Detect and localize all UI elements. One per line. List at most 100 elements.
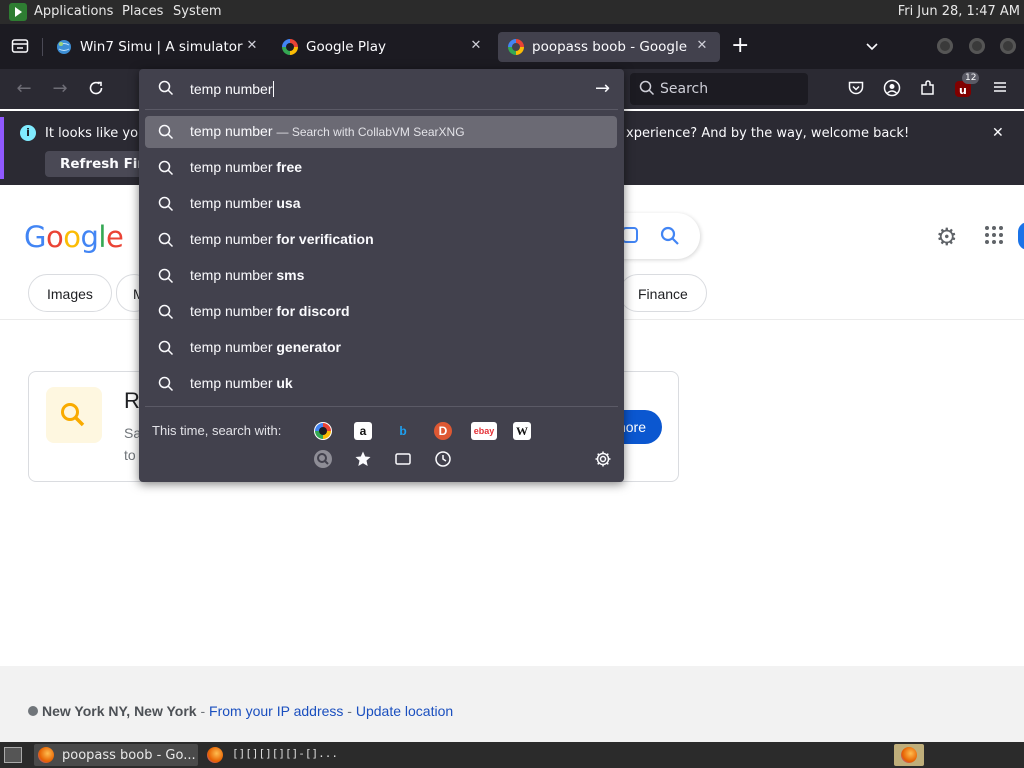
bottom-taskbar: poopass boob - Go... [][][][][]-[]...: [0, 742, 1024, 768]
close-window-icon[interactable]: [1000, 38, 1016, 54]
chip-finance[interactable]: Finance: [619, 274, 707, 312]
suggestion-row[interactable]: temp number generator: [145, 332, 617, 364]
location-dot-icon: [28, 706, 38, 716]
suggestion-text: temp number sms: [190, 267, 305, 283]
suggestion-row[interactable]: temp number — Search with CollabVM SearXN…: [145, 116, 617, 148]
bing-engine-icon[interactable]: b: [394, 422, 412, 440]
reload-icon[interactable]: [86, 79, 106, 99]
suggestion-row[interactable]: temp number sms: [145, 260, 617, 292]
url-input-value: temp number: [190, 81, 275, 97]
suggestion-row[interactable]: temp number for verification: [145, 224, 617, 256]
search-icon: [639, 80, 655, 100]
suggestion-row[interactable]: temp number free: [145, 152, 617, 184]
close-tab-icon[interactable]: ✕: [694, 38, 710, 54]
google-apps-grid-icon[interactable]: [985, 226, 1003, 244]
tab-poopass-boob[interactable]: poopass boob - Google Sear ✕: [498, 32, 720, 62]
google-engine-icon[interactable]: [314, 422, 332, 440]
google-logo[interactable]: Google: [24, 220, 124, 254]
list-all-tabs-icon[interactable]: [11, 38, 29, 58]
gear-icon[interactable]: ⚙: [936, 223, 958, 251]
new-tab-plus-icon[interactable]: +: [731, 35, 749, 57]
pocket-icon[interactable]: [846, 79, 866, 99]
tab-google-play[interactable]: Google Play ✕: [272, 32, 494, 62]
taskbar-second-window[interactable]: [][][][][]-[]...: [232, 747, 338, 760]
taskbar-window-button[interactable]: poopass boob - Go...: [34, 744, 198, 766]
update-location-link[interactable]: Update location: [356, 703, 453, 719]
minimize-window-icon[interactable]: [937, 38, 953, 54]
card-text: to: [124, 447, 136, 463]
tab-label: Google Play: [306, 39, 387, 55]
ublock-badge: 12: [962, 72, 980, 84]
suggestion-text: temp number free: [190, 159, 303, 175]
google-favicon-icon: [508, 39, 524, 55]
bookmarks-star-icon[interactable]: [354, 450, 372, 468]
firefox-icon: [901, 747, 917, 763]
go-arrow-icon[interactable]: →: [595, 78, 610, 99]
distro-logo-icon[interactable]: [9, 3, 27, 21]
google-search-icon[interactable]: [660, 226, 680, 250]
ebay-engine-icon[interactable]: ebay: [471, 422, 497, 440]
search-icon: [158, 376, 174, 395]
close-tab-icon[interactable]: ✕: [244, 38, 260, 54]
close-notification-icon[interactable]: ✕: [992, 125, 1004, 141]
divider: [145, 406, 618, 407]
taskbar-window-title: poopass boob - Go...: [62, 748, 196, 763]
hamburger-menu-icon[interactable]: [990, 79, 1010, 99]
url-input[interactable]: temp number →: [139, 69, 624, 109]
suggestion-text: temp number for verification: [190, 231, 374, 247]
suggestion-row[interactable]: temp number for discord: [145, 296, 617, 328]
tab-label: Win7 Simu | A simulator of W: [80, 39, 244, 55]
google-favicon-icon: [282, 39, 298, 55]
search-icon: [158, 340, 174, 359]
footer-location: New York NY, New York - From your IP add…: [28, 703, 453, 719]
search-settings-gear-icon[interactable]: [594, 450, 612, 468]
notification-text-continued: xperience? And by the way, welcome back!: [626, 126, 910, 141]
ublock-origin-icon[interactable]: u 12: [954, 72, 980, 99]
google-lens-icon[interactable]: [622, 227, 638, 243]
notification-text: It looks like you: [45, 126, 147, 141]
search-with-label: This time, search with:: [152, 423, 282, 438]
close-tab-icon[interactable]: ✕: [468, 38, 484, 54]
history-clock-icon[interactable]: [434, 450, 452, 468]
suggestion-text: temp number usa: [190, 195, 301, 211]
maximize-window-icon[interactable]: [969, 38, 985, 54]
top-panel: Applications Places System Fri Jun 28, 1…: [0, 0, 1024, 24]
avatar[interactable]: [1018, 222, 1024, 250]
suggestion-engine-hint: — Search with CollabVM SearXNG: [276, 125, 465, 139]
places-menu[interactable]: Places: [122, 4, 163, 19]
panel-clock[interactable]: Fri Jun 28, 1:47 AM: [898, 4, 1020, 19]
suggestion-text: temp number generator: [190, 339, 341, 355]
duckduckgo-engine-icon[interactable]: D: [434, 422, 452, 440]
search-icon: [158, 160, 174, 179]
system-menu[interactable]: System: [173, 4, 221, 19]
suggestion-text: temp number — Search with CollabVM SearXN…: [190, 123, 465, 139]
applications-menu[interactable]: Applications: [34, 4, 113, 19]
search-icon: [158, 268, 174, 287]
account-icon[interactable]: [882, 79, 902, 99]
divider: [145, 109, 618, 110]
search-icon: [158, 232, 174, 251]
amazon-engine-icon[interactable]: a: [354, 422, 372, 440]
search-bar[interactable]: Search: [630, 73, 808, 105]
show-desktop-icon[interactable]: [4, 747, 22, 763]
back-arrow-icon[interactable]: ←: [14, 79, 34, 99]
search-icon: [58, 400, 88, 434]
chevron-down-icon[interactable]: [864, 38, 880, 58]
tabs-icon[interactable]: [394, 450, 412, 468]
chip-images[interactable]: Images: [28, 274, 112, 312]
tab-label: poopass boob - Google Sear: [532, 39, 692, 55]
forward-arrow-icon[interactable]: →: [50, 79, 70, 99]
tab-strip: Win7 Simu | A simulator of W ✕ Google Pl…: [0, 24, 1024, 69]
suggestion-text: temp number uk: [190, 375, 293, 391]
wikipedia-engine-icon[interactable]: W: [513, 422, 531, 440]
suggestion-row[interactable]: temp number uk: [145, 368, 617, 400]
suggestion-row[interactable]: temp number usa: [145, 188, 617, 220]
globe-favicon-icon: [56, 39, 72, 55]
from-ip-link[interactable]: From your IP address: [209, 703, 343, 719]
firefox-launcher-icon[interactable]: [207, 747, 223, 763]
card-title: R: [124, 388, 140, 413]
workspace-switcher[interactable]: [894, 744, 924, 766]
extensions-puzzle-icon[interactable]: [918, 79, 938, 99]
searxng-icon[interactable]: [314, 450, 332, 468]
tab-win7-simu[interactable]: Win7 Simu | A simulator of W ✕: [46, 32, 268, 62]
